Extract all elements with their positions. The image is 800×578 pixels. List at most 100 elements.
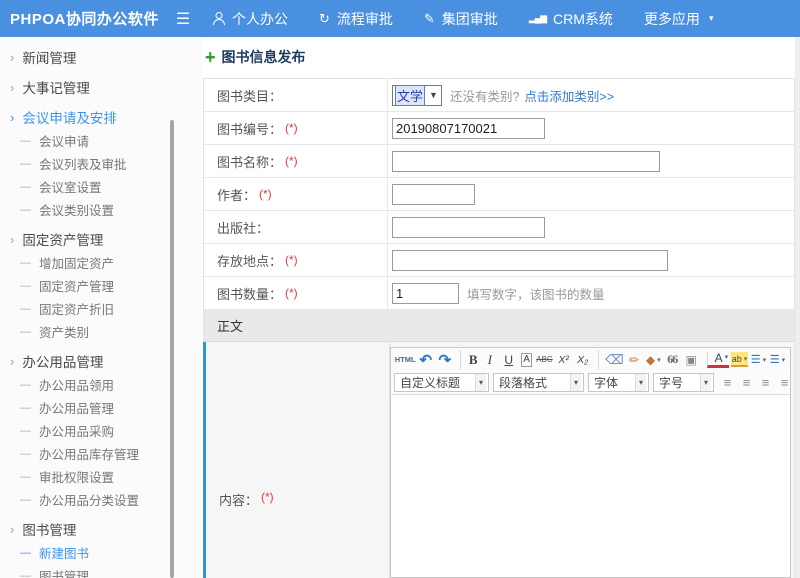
menu-toggle-button[interactable]: ☰ bbox=[172, 9, 194, 29]
item-prefix-icon: — bbox=[20, 494, 31, 506]
app-logo: PHPOA协同办公软件 bbox=[0, 8, 172, 29]
book-name-input[interactable] bbox=[392, 151, 660, 172]
item-prefix-icon: — bbox=[20, 257, 31, 269]
caret-down-icon: ▾ bbox=[570, 374, 581, 391]
select-label: 字体 bbox=[594, 374, 618, 391]
item-prefix-icon: › bbox=[10, 110, 14, 125]
editor-btn-undo[interactable]: ↶ bbox=[417, 350, 434, 370]
sidebar-item-label: 图书管理 bbox=[39, 566, 89, 578]
item-prefix-icon: — bbox=[20, 158, 31, 170]
item-prefix-icon: — bbox=[20, 204, 31, 216]
sidebar-item-label: 会议室设置 bbox=[39, 177, 102, 196]
item-prefix-icon: — bbox=[20, 448, 31, 460]
item-prefix-icon: — bbox=[20, 402, 31, 414]
editor-select-font-size[interactable]: 字号 ▾ bbox=[653, 373, 714, 392]
sidebar-item-label: 固定资产管理 bbox=[22, 229, 103, 249]
add-icon: + bbox=[205, 48, 216, 66]
nav-label: CRM系统 bbox=[553, 9, 613, 29]
nav-personal-office[interactable]: 个人办公 bbox=[212, 9, 288, 29]
editor-select-paragraph-format[interactable]: 段落格式 ▾ bbox=[493, 373, 584, 392]
location-input[interactable] bbox=[392, 250, 668, 271]
field-label: 出版社： bbox=[217, 218, 269, 237]
item-prefix-icon: — bbox=[20, 135, 31, 147]
item-prefix-icon: — bbox=[20, 570, 31, 578]
editor-btn-clean[interactable]: ✏ bbox=[626, 350, 643, 370]
form-row-author: 作者：(*) bbox=[204, 178, 794, 211]
author-input[interactable] bbox=[392, 184, 475, 205]
editor-btn-format-brush[interactable]: ◆ bbox=[645, 350, 662, 370]
editor-btn-redo[interactable]: ↷ bbox=[436, 350, 453, 370]
bar-chart-icon: ▂▄▆ bbox=[529, 14, 546, 23]
editor-btn-italic[interactable]: I bbox=[481, 350, 498, 370]
editor-btn-remove-format[interactable]: ⌫ bbox=[598, 350, 624, 370]
item-prefix-icon: › bbox=[10, 354, 14, 369]
edit-square-icon: ✎ bbox=[424, 12, 435, 25]
sidebar-scrollbar[interactable] bbox=[170, 120, 174, 578]
editor-btn-underline[interactable]: U bbox=[500, 350, 517, 370]
nav-process-approval[interactable]: ↻ 流程审批 bbox=[319, 9, 393, 29]
form-row-content: 内容：(*) HTML↶↷BIUAABCX²X₂⌫✏◆66▣Aab☰☰ 自定义标… bbox=[203, 342, 794, 578]
editor-btn-align-center[interactable]: ≡ bbox=[738, 373, 755, 393]
form-row-location: 存放地点：(*) bbox=[204, 244, 794, 277]
editor-btn-paste[interactable]: ▣ bbox=[683, 350, 700, 370]
sidebar-item[interactable]: › 新闻管理 bbox=[0, 45, 202, 69]
book-code-input[interactable] bbox=[392, 118, 545, 139]
editor-btn-blockquote[interactable]: 66 bbox=[664, 350, 681, 370]
form-row-publisher: 出版社： bbox=[204, 211, 794, 244]
editor-btn-strikethrough[interactable]: ABC bbox=[536, 350, 553, 370]
main-content: + 图书信息发布 图书类目： 文学 ▼ 还没有类别? 点击添加类别>> bbox=[202, 37, 800, 578]
page-scrollbar[interactable] bbox=[795, 37, 800, 578]
sidebar-item-label: 办公用品领用 bbox=[39, 375, 114, 394]
sidebar-item-label: 审批权限设置 bbox=[39, 467, 114, 486]
editor-btn-ordered-list[interactable]: ☰ bbox=[750, 350, 767, 370]
field-label: 图书类目： bbox=[217, 86, 282, 105]
editor-btn-source[interactable]: HTML bbox=[395, 350, 415, 370]
nav-group-approval[interactable]: ✎ 集团审批 bbox=[424, 9, 498, 29]
select-label: 段落格式 bbox=[499, 374, 547, 391]
editor-btn-unordered-list[interactable]: ☰ bbox=[769, 350, 786, 370]
editor-btn-font-color[interactable]: A bbox=[707, 352, 729, 368]
editor-select-custom-title[interactable]: 自定义标题 ▾ bbox=[394, 373, 489, 392]
item-prefix-icon: — bbox=[20, 326, 31, 338]
sidebar-item[interactable]: › 大事记管理 bbox=[0, 75, 202, 99]
editor-btn-align-right[interactable]: ≡ bbox=[757, 373, 774, 393]
sidebar-item-label: 办公用品采购 bbox=[39, 421, 114, 440]
selected-option: 文学 bbox=[396, 86, 424, 105]
caret-down-icon: ▾ bbox=[635, 374, 646, 391]
sidebar-item-label: 大事记管理 bbox=[22, 77, 90, 97]
editor-btn-superscript[interactable]: X² bbox=[555, 350, 572, 370]
caret-down-icon: ▼ bbox=[429, 90, 438, 100]
form-row-quantity: 图书数量：(*) 填写数字，该图书的数量 bbox=[204, 277, 794, 310]
required-marker: (*) bbox=[285, 121, 298, 135]
field-label: 图书数量： bbox=[217, 284, 282, 303]
nav-label: 集团审批 bbox=[442, 9, 498, 29]
sidebar-item-label: 会议列表及审批 bbox=[39, 154, 127, 173]
publisher-input[interactable] bbox=[392, 217, 545, 238]
field-label: 内容： bbox=[219, 490, 258, 509]
editor-btn-align-left[interactable]: ≡ bbox=[719, 373, 736, 393]
item-prefix-icon: › bbox=[10, 80, 14, 95]
editor-select-font-family[interactable]: 字体 ▾ bbox=[588, 373, 649, 392]
required-marker: (*) bbox=[285, 253, 298, 267]
sidebar-item-label: 会议申请 bbox=[39, 131, 89, 150]
item-prefix-icon: — bbox=[20, 379, 31, 391]
nav-label: 个人办公 bbox=[232, 9, 288, 29]
page-title: + 图书信息发布 bbox=[205, 47, 800, 67]
rich-text-editor: HTML↶↷BIUAABCX²X₂⌫✏◆66▣Aab☰☰ 自定义标题 ▾ 段落格… bbox=[390, 347, 791, 578]
item-prefix-icon: › bbox=[10, 522, 14, 537]
editor-btn-align-justify[interactable]: ≡ bbox=[776, 373, 790, 393]
editor-btn-subscript[interactable]: X₂ bbox=[574, 350, 591, 370]
nav-crm-system[interactable]: ▂▄▆ CRM系统 bbox=[529, 9, 613, 29]
category-select[interactable]: 文学 ▼ bbox=[392, 85, 442, 106]
add-category-link[interactable]: 点击添加类别>> bbox=[524, 86, 614, 105]
quantity-input[interactable] bbox=[392, 283, 459, 304]
quantity-hint: 填写数字，该图书的数量 bbox=[467, 284, 605, 303]
editor-btn-bold[interactable]: B bbox=[460, 350, 479, 370]
sidebar-item-label: 新建图书 bbox=[39, 543, 89, 562]
editor-content-area[interactable] bbox=[391, 395, 790, 577]
nav-more-apps[interactable]: 更多应用 ▾ bbox=[644, 9, 714, 29]
field-label: 图书名称： bbox=[217, 152, 282, 171]
editor-btn-font-style[interactable]: A bbox=[521, 353, 532, 367]
form-row-category: 图书类目： 文学 ▼ 还没有类别? 点击添加类别>> bbox=[204, 79, 794, 112]
editor-btn-highlight[interactable]: ab bbox=[731, 352, 748, 367]
